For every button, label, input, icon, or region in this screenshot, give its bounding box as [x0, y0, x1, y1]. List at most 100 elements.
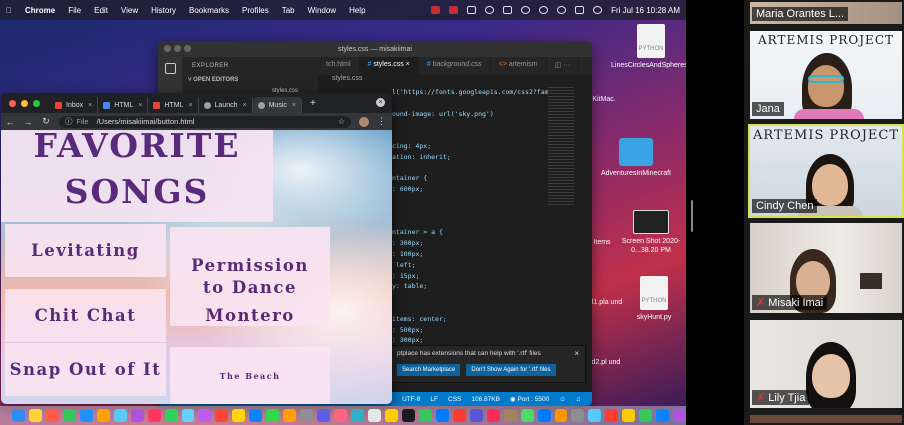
wifi-icon[interactable]: [521, 6, 531, 14]
files-icon[interactable]: [164, 63, 176, 74]
dock-app-icon[interactable]: [401, 409, 415, 422]
minimize-window-button[interactable]: [174, 45, 181, 52]
check-icon[interactable]: [485, 6, 495, 14]
menu-profiles[interactable]: Profiles: [242, 6, 269, 15]
bell-icon[interactable]: ♫: [576, 396, 581, 403]
dock-app-icon[interactable]: [317, 409, 331, 422]
tab-html[interactable]: tch.html: [318, 57, 360, 75]
dock-app-icon[interactable]: [232, 409, 246, 422]
dock-app-icon[interactable]: [554, 409, 568, 422]
status-language[interactable]: CSS: [448, 396, 461, 403]
code-line[interactable]: [392, 163, 548, 174]
dock-app-icon[interactable]: [198, 409, 212, 422]
tab-artemis[interactable]: <> artemism: [491, 57, 547, 75]
close-icon[interactable]: ×: [376, 98, 385, 107]
close-tab-icon[interactable]: ×: [88, 102, 92, 109]
code-line[interactable]: [392, 119, 548, 130]
dock-app-icon[interactable]: [571, 409, 585, 422]
code-line[interactable]: l('https://fonts.googleapis.com/css2?fam…: [392, 87, 548, 98]
screen-record-icon[interactable]: [431, 6, 441, 14]
zoom-status-icon[interactable]: [449, 6, 459, 14]
code-line[interactable]: left;: [392, 260, 548, 271]
song-button[interactable]: The Beach: [170, 347, 330, 404]
dock-app-icon[interactable]: [62, 409, 76, 422]
code-line[interactable]: [392, 98, 548, 109]
breadcrumb-file[interactable]: styles.css: [332, 75, 362, 82]
dock-app-icon[interactable]: [520, 409, 534, 422]
browser-tab[interactable]: HTML ×: [98, 97, 149, 113]
song-button[interactable]: Chit Chat: [5, 289, 166, 342]
search-marketplace-button[interactable]: Search Marketplace: [397, 364, 461, 376]
dock-app-icon[interactable]: [28, 409, 42, 422]
control-center-icon[interactable]: [575, 6, 585, 14]
dock-app-icon[interactable]: [147, 409, 161, 422]
dock-app-icon[interactable]: [266, 409, 280, 422]
code-line[interactable]: : 100px;: [392, 249, 548, 260]
menu-window[interactable]: Window: [308, 6, 336, 15]
browser-tab[interactable]: Inbox ×: [50, 97, 99, 113]
close-window-button[interactable]: [164, 45, 171, 52]
menu-file[interactable]: File: [68, 6, 81, 15]
code-line[interactable]: : 600px;: [392, 184, 548, 195]
bookmark-star-icon[interactable]: ☆: [338, 117, 345, 126]
menu-help[interactable]: Help: [349, 6, 365, 15]
dock-app-icon[interactable]: [45, 409, 59, 422]
participant-tile[interactable]: ✗ Lily Tjia: [748, 318, 904, 410]
code-line[interactable]: : 15px;: [392, 271, 548, 282]
flag-icon[interactable]: [503, 6, 513, 14]
status-eol[interactable]: LF: [430, 396, 438, 403]
desktop-file-icon[interactable]: PYTHON LinesCirclesAndSpheres.py: [611, 24, 686, 70]
close-window-button[interactable]: [9, 99, 16, 107]
dock-app-icon[interactable]: [96, 409, 110, 422]
menu-app-name[interactable]: Chrome: [25, 6, 55, 15]
open-editors-header[interactable]: ˅ OPEN EDITORS: [182, 75, 318, 85]
song-button[interactable]: Montero: [170, 289, 330, 342]
apple-icon[interactable]: : [6, 6, 12, 15]
dock-app-icon[interactable]: [588, 409, 602, 422]
dock-app-icon[interactable]: [215, 409, 229, 422]
status-encoding[interactable]: UTF-8: [402, 396, 420, 403]
song-button[interactable]: Snap Out of It: [5, 343, 166, 396]
dock-app-icon[interactable]: [79, 409, 93, 422]
dock-app-icon[interactable]: [384, 409, 398, 422]
participant-tile[interactable]: Maria Orantes L...: [748, 0, 904, 26]
close-tab-icon[interactable]: ×: [292, 102, 296, 109]
reload-icon[interactable]: ↻: [37, 116, 55, 127]
code-line[interactable]: [392, 130, 548, 141]
profile-avatar[interactable]: [359, 116, 369, 127]
close-tab-icon[interactable]: ×: [138, 102, 142, 109]
dock-app-icon[interactable]: [605, 409, 619, 422]
search-icon[interactable]: [557, 6, 567, 14]
tab-background-css[interactable]: # background.css: [419, 57, 491, 75]
code-line[interactable]: : 500px;: [392, 325, 548, 336]
dock-app-icon[interactable]: [418, 409, 432, 422]
dock-app-icon[interactable]: [469, 409, 483, 422]
minimap[interactable]: [548, 87, 574, 207]
participant-tile[interactable]: ARTEMIS PROJECT Jana: [748, 29, 904, 121]
participant-tile[interactable]: ✗ Misaki Imai: [748, 221, 904, 315]
dock-app-icon[interactable]: [181, 409, 195, 422]
dock-app-icon[interactable]: [435, 409, 449, 422]
back-icon[interactable]: ←: [1, 117, 19, 127]
siri-icon[interactable]: [593, 6, 603, 14]
close-tab-icon[interactable]: ×: [406, 61, 410, 68]
code-line[interactable]: ntainer > a {: [392, 227, 548, 238]
code-line[interactable]: : 300px;: [392, 238, 548, 249]
menu-clock[interactable]: Fri Jul 16 10:28 AM: [611, 6, 680, 15]
dont-show-again-button[interactable]: Don't Show Again for '.rtf' files: [466, 364, 556, 376]
participant-tile[interactable]: [748, 413, 904, 425]
browser-tab[interactable]: HTML ×: [148, 97, 199, 113]
browser-tab-active[interactable]: Music ×: [252, 97, 302, 113]
desktop-file-icon[interactable]: Screen Shot 2020-0...38.20 PM: [611, 210, 686, 255]
zoom-window-button[interactable]: [184, 45, 191, 52]
resize-handle[interactable]: [691, 200, 693, 232]
code-line[interactable]: cing: 4px;: [392, 141, 548, 152]
dock-app-icon[interactable]: [452, 409, 466, 422]
desktop-folder-icon[interactable]: AdventuresInMinecraft: [596, 138, 676, 178]
dock-app-icon[interactable]: [486, 409, 500, 422]
feedback-icon[interactable]: ☺: [559, 396, 566, 403]
close-icon[interactable]: ×: [574, 349, 579, 358]
code-line[interactable]: items: center;: [392, 314, 548, 325]
dock-app-icon[interactable]: [656, 409, 670, 422]
dropbox-icon[interactable]: [467, 6, 477, 14]
